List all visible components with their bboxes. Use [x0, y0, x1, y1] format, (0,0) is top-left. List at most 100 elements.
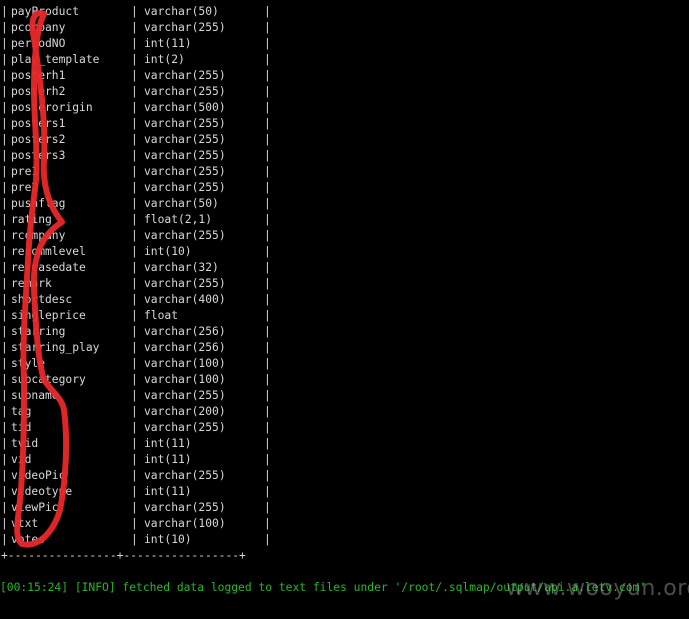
column-type: varchar(255) — [144, 165, 226, 178]
row-separator: | — [1, 277, 8, 290]
row-separator: | — [264, 389, 271, 402]
row-separator: | — [131, 421, 138, 434]
row-separator: | — [264, 309, 271, 322]
column-type: varchar(255) — [144, 501, 226, 514]
row-separator: | — [264, 437, 271, 450]
column-name: shortdesc — [11, 293, 73, 306]
column-name: periodNO — [11, 37, 66, 50]
row-separator: | — [264, 149, 271, 162]
row-separator: | — [1, 53, 8, 66]
column-name: posters3 — [11, 149, 66, 162]
terminal-window: | payProduct | varchar(50) | | pcompany | varcha… — [0, 0, 689, 619]
column-name: vid — [11, 453, 32, 466]
row-separator: | — [131, 373, 138, 386]
column-name: posters2 — [11, 133, 66, 146]
row-separator: | — [264, 373, 271, 386]
row-separator: | — [1, 293, 8, 306]
column-name: remark — [11, 277, 52, 290]
row-separator: | — [1, 421, 8, 434]
column-type: varchar(50) — [144, 197, 219, 210]
column-name: rcompany — [11, 229, 66, 242]
row-separator: | — [131, 245, 138, 258]
column-type: float(2,1) — [144, 213, 213, 226]
column-name: subcategory — [11, 373, 86, 386]
column-type: varchar(255) — [144, 133, 226, 146]
row-separator: | — [131, 309, 138, 322]
row-separator: | — [1, 245, 8, 258]
row-separator: | — [131, 117, 138, 130]
row-separator: | — [1, 101, 8, 114]
row-separator: | — [264, 5, 271, 18]
column-type: int(11) — [144, 437, 192, 450]
row-separator: | — [264, 293, 271, 306]
row-separator: | — [264, 117, 271, 130]
row-separator: | — [1, 325, 8, 338]
row-separator: | — [264, 453, 271, 466]
column-type: varchar(200) — [144, 405, 226, 418]
column-name: payProduct — [11, 5, 80, 18]
column-type: varchar(256) — [144, 341, 226, 354]
column-name: pre2 — [11, 181, 39, 194]
row-separator: | — [264, 485, 271, 498]
column-name: releasedate — [11, 261, 86, 274]
row-separator: | — [131, 133, 138, 146]
row-separator: | — [131, 453, 138, 466]
row-separator: | — [1, 405, 8, 418]
row-separator: | — [264, 85, 271, 98]
row-separator: | — [1, 389, 8, 402]
row-separator: | — [264, 213, 271, 226]
row-separator: | — [1, 37, 8, 50]
row-separator: | — [1, 21, 8, 34]
row-separator: | — [1, 261, 8, 274]
row-separator: | — [264, 181, 271, 194]
row-separator: | — [264, 517, 271, 530]
row-separator: | — [264, 261, 271, 274]
table-bottom-border: +----------------+-----------------+ — [1, 549, 246, 562]
row-separator: | — [131, 181, 138, 194]
column-type: varchar(255) — [144, 181, 226, 194]
row-separator: | — [264, 325, 271, 338]
row-separator: | — [131, 277, 138, 290]
row-separator: | — [131, 37, 138, 50]
column-type: varchar(100) — [144, 373, 226, 386]
row-separator: | — [1, 501, 8, 514]
column-name: videoPic — [11, 469, 66, 482]
column-type: int(2) — [144, 53, 185, 66]
column-type: varchar(255) — [144, 389, 226, 402]
row-separator: | — [264, 501, 271, 514]
row-separator: | — [264, 197, 271, 210]
row-separator: | — [131, 165, 138, 178]
row-separator: | — [1, 469, 8, 482]
row-separator: | — [264, 69, 271, 82]
column-type: int(11) — [144, 453, 192, 466]
row-separator: | — [1, 133, 8, 146]
row-separator: | — [131, 357, 138, 370]
row-separator: | — [264, 165, 271, 178]
column-name: posterh2 — [11, 85, 66, 98]
column-type: int(10) — [144, 245, 192, 258]
column-name: viewPic — [11, 501, 59, 514]
column-name: tag — [11, 405, 32, 418]
row-separator: | — [264, 405, 271, 418]
row-separator: | — [131, 5, 138, 18]
column-name: play_template — [11, 53, 100, 66]
row-separator: | — [264, 277, 271, 290]
row-separator: | — [131, 389, 138, 402]
row-separator: | — [264, 53, 271, 66]
column-name: rating — [11, 213, 52, 226]
row-separator: | — [131, 229, 138, 242]
column-name: starring — [11, 325, 66, 338]
row-separator: | — [1, 517, 8, 530]
row-separator: | — [131, 197, 138, 210]
row-separator: | — [264, 341, 271, 354]
row-separator: | — [131, 485, 138, 498]
row-separator: | — [1, 229, 8, 242]
row-separator: | — [1, 357, 8, 370]
row-separator: | — [131, 149, 138, 162]
row-separator: | — [131, 341, 138, 354]
column-type: varchar(255) — [144, 21, 226, 34]
column-type: int(11) — [144, 37, 192, 50]
row-separator: | — [264, 229, 271, 242]
row-separator: | — [1, 149, 8, 162]
row-separator: | — [1, 165, 8, 178]
